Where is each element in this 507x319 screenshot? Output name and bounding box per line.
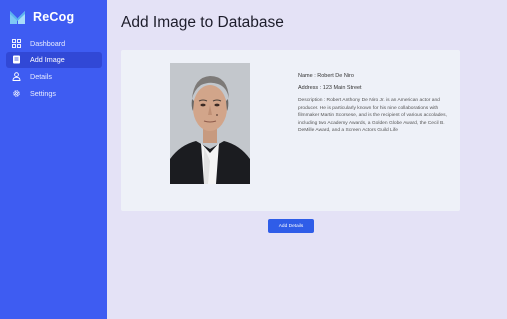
description-text: Description : Robert Anthony De Niro Jr.… — [298, 98, 447, 134]
person-photo — [170, 63, 250, 184]
record-info: Name : Robert De Niro Address : 123 Main… — [298, 73, 448, 135]
add-details-button[interactable]: Add Details — [268, 219, 314, 233]
recog-logo-icon — [10, 11, 25, 24]
brand[interactable]: ReCog — [10, 10, 74, 24]
page-title: Add Image to Database — [121, 14, 284, 31]
address-text: Address : 123 Main Street — [298, 85, 362, 91]
sidebar-item-label: Dashboard — [30, 38, 66, 48]
sidebar-item-add-image[interactable]: Add Image — [6, 51, 102, 68]
sidebar-item-label: Details — [30, 71, 52, 81]
name-text: Name : Robert De Niro — [298, 73, 354, 79]
document-icon — [12, 55, 21, 64]
user-icon — [12, 72, 21, 81]
sidebar-nav: Dashboard Add Image Details Settings — [6, 35, 102, 102]
sidebar-item-dashboard[interactable]: Dashboard — [6, 35, 102, 51]
sidebar-item-label: Settings — [30, 88, 56, 98]
sidebar-item-label: Add Image — [30, 55, 65, 65]
dashboard-grid-icon — [12, 38, 21, 48]
app-name: ReCog — [33, 10, 75, 24]
sidebar-item-settings[interactable]: Settings — [6, 85, 102, 101]
gear-icon — [12, 89, 21, 98]
sidebar-item-details[interactable]: Details — [6, 68, 102, 84]
sidebar: ReCog Dashboard Add Image Details Settin… — [0, 0, 107, 319]
image-card: Name : Robert De Niro Address : 123 Main… — [121, 50, 460, 211]
